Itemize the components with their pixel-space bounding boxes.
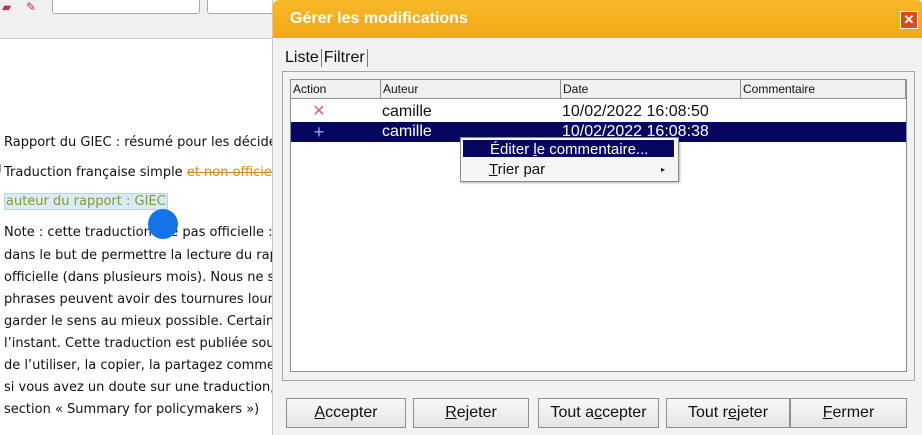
row-author: camille — [382, 123, 432, 140]
button-label: jeter — [736, 404, 769, 421]
doc-note-line-9: section « Summary for policymakers ») — [4, 402, 260, 417]
list-header: Action Auteur Date Commentaire — [291, 80, 906, 99]
doc-note-line-2: dans le but de permettre la lecture du r… — [4, 248, 300, 263]
close-button[interactable]: Fermer — [790, 398, 907, 428]
submenu-arrow-icon: ▸ — [660, 165, 665, 174]
insert-plus-icon: + — [313, 122, 325, 142]
accept-all-button[interactable]: Tout accepter — [538, 398, 659, 428]
doc-note-part-a: Note : cette traduction n — [4, 225, 165, 240]
dialog-titlebar[interactable]: Gérer les modifications ✕ — [273, 0, 922, 38]
dialog-tabs: Liste Filtrer — [284, 49, 369, 69]
doc-title-line: Rapport du GIEC : résumé pour les décide… — [4, 135, 298, 150]
doc-note-part-b: e pas officielle : c’ — [170, 225, 288, 240]
button-label: Tout r — [687, 404, 728, 421]
button-label: Tout a — [550, 404, 595, 421]
doc-subtitle-text: Traduction française simple — [4, 165, 183, 180]
menu-item-sort-by[interactable]: Trier par ▸ — [462, 160, 675, 179]
doc-note-line-3: officielle (dans plusieurs mois). Nous n… — [4, 270, 301, 285]
doc-author-line: auteur du rapport : GIEC — [4, 193, 168, 210]
dialog-title: Gérer les modifications — [290, 10, 468, 27]
button-mnemonic: A — [314, 404, 326, 421]
tab-liste[interactable]: Liste — [284, 49, 320, 67]
reject-button[interactable]: Rejeter — [413, 398, 529, 428]
doc-note-line-6: l’instant. Cette traduction est publiée … — [4, 336, 300, 351]
button-mnemonic: F — [822, 404, 833, 421]
font-name-box[interactable] — [207, 0, 279, 14]
doc-subtitle-line: Traduction française simple et non offic… — [4, 165, 287, 180]
button-label: ccepter — [325, 404, 378, 421]
column-header-date[interactable]: Date — [561, 80, 741, 98]
document-page[interactable]: Rapport du GIEC : résumé pour les décide… — [0, 39, 303, 435]
doc-note-line-1: Note : cette traduction n e pas officiell… — [4, 225, 288, 240]
column-header-comment[interactable]: Commentaire — [741, 80, 906, 98]
row-author: camille — [382, 103, 432, 120]
tab-separator — [320, 49, 322, 67]
doc-note-line-7: de l’utiliser, la copier, la partagez co… — [4, 358, 303, 373]
button-mnemonic: e — [727, 404, 737, 421]
doc-note-line-5: garder le sens au mieux possible. Certai… — [4, 314, 302, 329]
button-mnemonic: c — [594, 404, 603, 421]
format-brush-icon[interactable]: ✎ — [26, 0, 36, 14]
touch-cursor-handle[interactable] — [148, 209, 178, 239]
changes-list[interactable]: Action Auteur Date Commentaire ✕ camille… — [290, 79, 907, 372]
menu-item-edit-comment[interactable]: Éditer le commentaire... — [462, 139, 675, 158]
column-header-author[interactable]: Auteur — [381, 80, 561, 98]
row-date: 10/02/2022 16:08:50 — [562, 103, 709, 120]
tab-separator — [366, 49, 368, 67]
accept-button[interactable]: Accepter — [286, 398, 406, 428]
menu-item-label: e commentaire... — [536, 141, 649, 158]
list-row[interactable]: ✕ camille 10/02/2022 16:08:50 — [291, 102, 906, 122]
doc-note-line-8: si vous avez un doute sur une traduction… — [4, 380, 298, 395]
doc-note-line-4: phrases peuvent avoir des tournures lour… — [4, 292, 296, 307]
manage-changes-dialog: Gérer les modifications ✕ Liste Filtrer A… — [272, 0, 922, 435]
paste-icon[interactable]: ▰ — [2, 0, 11, 14]
context-menu: Éditer le commentaire... Trier par ▸ — [460, 137, 679, 182]
button-label: ejeter — [456, 404, 497, 421]
reject-all-button[interactable]: Tout rejeter — [666, 398, 790, 428]
button-mnemonic: R — [445, 404, 457, 421]
column-header-action[interactable]: Action — [291, 80, 381, 98]
close-icon[interactable]: ✕ — [900, 11, 918, 29]
inserted-text: auteur du rapport : GIEC — [4, 193, 168, 210]
button-label: ermer — [832, 404, 875, 421]
button-label: cepter — [602, 404, 647, 421]
tab-filtrer[interactable]: Filtrer — [323, 49, 366, 67]
menu-item-label: rier par — [497, 161, 546, 178]
reject-x-icon: ✕ — [312, 103, 326, 120]
menu-item-mnemonic: T — [489, 161, 498, 178]
paragraph-style-box[interactable] — [52, 0, 200, 14]
menu-item-label: Éditer — [490, 141, 534, 158]
